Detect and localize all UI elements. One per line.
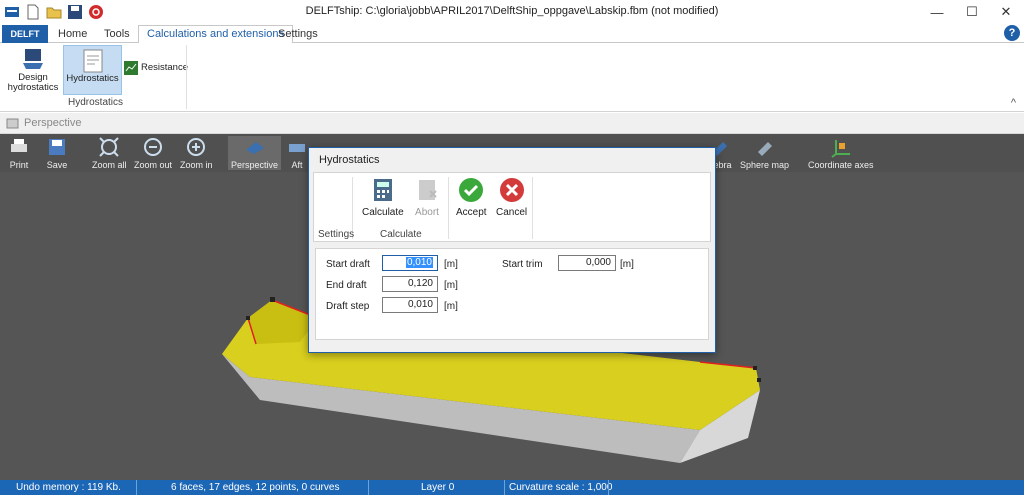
end-draft-label: End draft — [326, 280, 367, 291]
abort-label: Abort — [415, 207, 439, 218]
printer-icon — [11, 139, 27, 152]
zoom-all-label: Zoom all — [92, 160, 127, 170]
save-label: Save — [46, 160, 68, 170]
calculator-icon — [373, 179, 392, 201]
calculate-label: Calculate — [362, 207, 404, 218]
calculate-button[interactable]: Calculate — [362, 177, 404, 218]
resistance-label: Resistance — [141, 62, 188, 73]
design-hydrostatics-button[interactable]: Design hydrostatics — [6, 47, 60, 93]
start-trim-label: Start trim — [502, 259, 543, 270]
tab-home[interactable]: Home — [58, 26, 87, 43]
dialog-title: Hydrostatics — [319, 154, 380, 166]
calculate-group-label: Calculate — [380, 229, 422, 240]
app-menu-tab[interactable]: DELFT — [2, 25, 48, 43]
zoom-all-icon — [99, 137, 119, 157]
start-trim-input[interactable]: 0,000 — [558, 255, 616, 271]
save-icon — [49, 139, 65, 155]
geometry-count-status: 6 faces, 17 edges, 12 points, 0 curves — [171, 482, 340, 493]
tab-calculations-and-extensions[interactable]: Calculations and extensions — [138, 25, 293, 44]
abort-icon — [419, 180, 437, 200]
print-button[interactable]: Print — [8, 136, 30, 170]
sphere-map-label: Sphere map — [740, 160, 790, 170]
perspective-icon — [245, 142, 264, 154]
status-bar: Undo memory : 119 Kb. 6 faces, 17 edges,… — [0, 480, 1024, 495]
start-draft-value: 0,010 — [405, 257, 433, 268]
cancel-button[interactable]: Cancel — [496, 177, 527, 218]
hydrostatics-dialog: Hydrostatics Calculate Abort Accept Canc… — [308, 147, 716, 353]
hydrostatics-icon — [83, 49, 102, 73]
aft-label: Aft — [291, 160, 303, 170]
sphere-map-icon — [757, 142, 772, 156]
checkmark-icon — [459, 178, 484, 202]
zoom-out-icon — [144, 138, 163, 156]
design-hydrostatics-label: Design hydrostatics — [7, 72, 59, 93]
ribbon-group-separator — [186, 45, 187, 109]
dialog-group-separator-2 — [448, 177, 449, 239]
resistance-button[interactable]: Resistance — [124, 61, 188, 75]
zoom-in-icon — [187, 138, 206, 156]
draft-step-label: Draft step — [326, 301, 370, 312]
dialog-ribbon: Calculate Abort Accept Cancel Settings C… — [313, 172, 711, 242]
zoom-in-button[interactable]: Zoom in — [180, 136, 213, 170]
design-hydrostatics-icon — [23, 49, 43, 69]
perspective-label: Perspective — [231, 160, 279, 170]
viewport-title-bar: Perspective — [0, 113, 1024, 134]
aft-view-icon — [289, 144, 305, 152]
aft-view-button[interactable]: Aft — [286, 136, 308, 170]
undo-memory-status: Undo memory : 119 Kb. — [16, 482, 121, 493]
draft-step-input[interactable]: 0,010 — [382, 297, 438, 313]
ribbon: Design hydrostatics Hydrostatics Resista… — [0, 43, 1024, 112]
help-icon[interactable]: ? — [1004, 25, 1020, 41]
print-label: Print — [9, 160, 29, 170]
status-separator — [608, 480, 609, 495]
tab-settings[interactable]: Settings — [278, 26, 318, 43]
zoom-in-label: Zoom in — [180, 160, 213, 170]
close-button[interactable]: ✕ — [986, 0, 1024, 24]
end-draft-unit: [m] — [444, 280, 458, 291]
coordinate-axes-icon — [831, 140, 850, 158]
start-trim-unit: [m] — [620, 259, 634, 270]
perspective-view-button[interactable]: Perspective — [228, 136, 282, 170]
layer-status: Layer 0 — [421, 482, 455, 493]
accept-label: Accept — [456, 207, 487, 218]
cancel-label: Cancel — [496, 207, 528, 218]
status-separator — [136, 480, 137, 495]
end-draft-input[interactable]: 0,120 — [382, 276, 438, 292]
settings-group-label: Settings — [318, 229, 355, 240]
coordinate-axes-label: Coordinate axes — [808, 160, 874, 170]
start-draft-label: Start draft — [326, 259, 370, 270]
status-separator — [504, 480, 505, 495]
draft-step-unit: [m] — [444, 301, 458, 312]
zoom-out-label: Zoom out — [134, 160, 173, 170]
start-draft-unit: [m] — [444, 259, 458, 270]
viewport-title: Perspective — [24, 117, 82, 129]
hydrostatics-button[interactable]: Hydrostatics — [63, 45, 122, 95]
zoom-all-button[interactable]: Zoom all — [92, 136, 127, 170]
window-title: DELFTship: C:\gloria\jobb\APRIL2017\Delf… — [305, 5, 719, 17]
ribbon-group-label: Hydrostatics — [68, 97, 124, 108]
sphere-map-button[interactable]: Sphere map — [740, 136, 789, 170]
dialog-form: Start draft 0,010 [m] End draft 0,120 [m… — [315, 248, 709, 340]
save-view-button[interactable]: Save — [46, 136, 68, 170]
hydrostatics-label: Hydrostatics — [66, 73, 119, 84]
minimize-button[interactable]: — — [917, 0, 957, 24]
zoom-out-button[interactable]: Zoom out — [134, 136, 172, 170]
status-separator — [368, 480, 369, 495]
coordinate-axes-button[interactable]: Coordinate axes — [808, 136, 874, 170]
dialog-group-separator-3 — [532, 177, 533, 239]
viewport[interactable]: Print Save Zoom all Zoom out Zoom in Per… — [0, 134, 1024, 480]
title-bar: DELFTship: C:\gloria\jobb\APRIL2017\Delf… — [0, 0, 1024, 24]
accept-button[interactable]: Accept — [456, 177, 487, 218]
abort-button[interactable]: Abort — [414, 177, 440, 218]
curvature-scale-status: Curvature scale : 1,000 — [509, 482, 613, 493]
ribbon-tabs: DELFT Home Tools Calculations and extens… — [0, 24, 1024, 44]
resistance-icon — [124, 61, 138, 75]
collapse-ribbon-icon[interactable]: ^ — [1011, 97, 1016, 109]
start-draft-input[interactable]: 0,010 — [382, 255, 438, 271]
cancel-icon — [499, 178, 524, 202]
tab-tools[interactable]: Tools — [104, 26, 130, 43]
viewport-icon — [6, 118, 19, 129]
